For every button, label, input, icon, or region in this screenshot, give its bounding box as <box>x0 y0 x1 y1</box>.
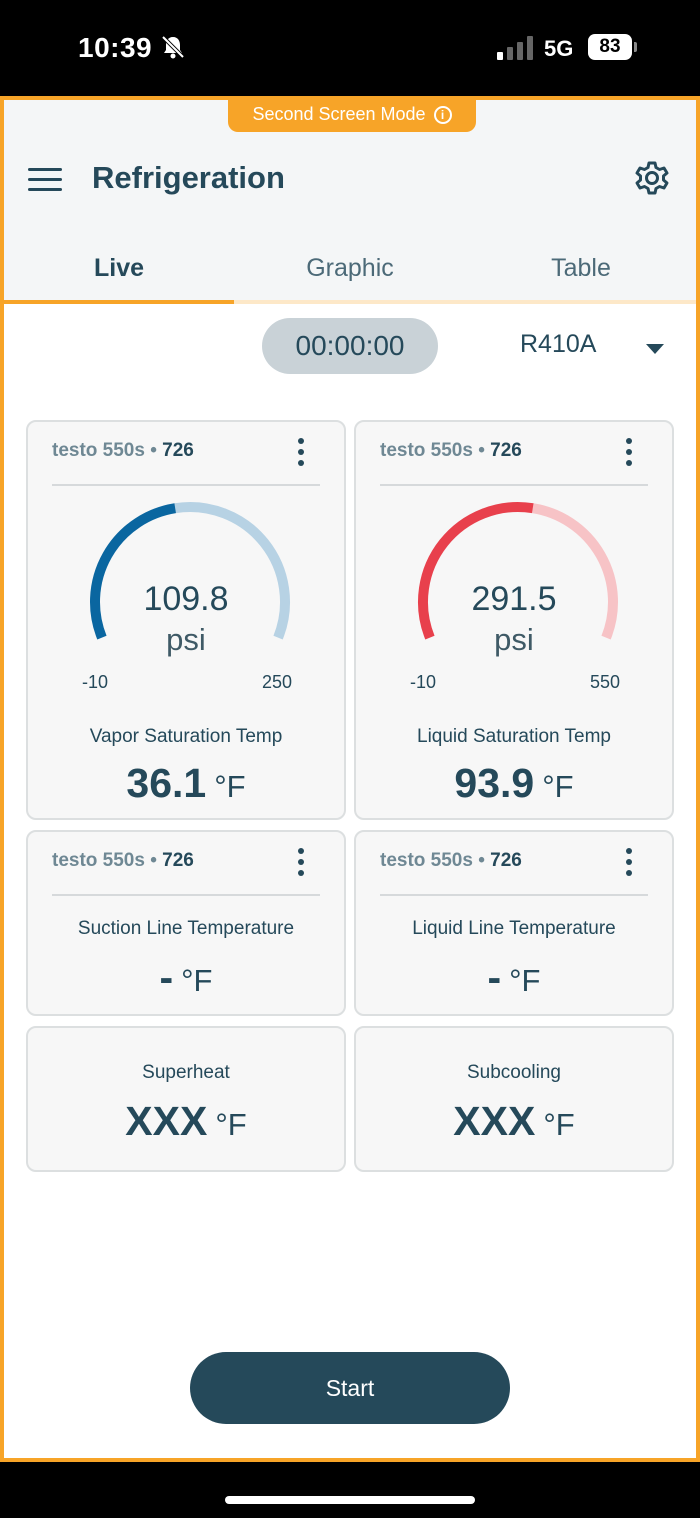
measurement-label: Suction Line Temperature <box>77 918 295 939</box>
measurement-value: - °F <box>159 954 213 1000</box>
gauge-value: 109.8 <box>143 580 229 618</box>
subcooling-card: Subcooling XXX °F <box>354 1026 674 1172</box>
network-type: 5G <box>544 36 574 61</box>
superheat-card: Superheat XXX °F <box>26 1026 346 1172</box>
card-device: testo 550s • 726 <box>380 850 522 871</box>
more-options-icon[interactable] <box>298 438 306 466</box>
measurement-label: Liquid Saturation Temp <box>417 726 611 747</box>
gauge-min: -10 <box>410 672 437 692</box>
tab-active-indicator <box>4 300 234 304</box>
measurement-label: Superheat <box>142 1062 230 1083</box>
liquid-line-card: testo 550s • 726 Liquid Line Temperature… <box>354 830 674 1016</box>
gauge-value: 291.5 <box>471 580 557 618</box>
measurement-value: XXX °F <box>125 1098 247 1144</box>
tab-bar: Live Graphic Table <box>4 240 696 304</box>
home-bar <box>0 1462 700 1518</box>
gauge-unit: psi <box>494 622 534 657</box>
timer-display: 00:00:00 <box>262 318 438 374</box>
gauge-max: 250 <box>262 672 293 692</box>
home-indicator[interactable] <box>225 1496 475 1504</box>
measurement-value: - °F <box>487 954 541 1000</box>
refrigerant-select[interactable]: R410A <box>520 330 596 359</box>
chevron-down-icon[interactable] <box>646 344 664 354</box>
tab-table[interactable]: Table <box>466 240 696 304</box>
silent-bell-icon <box>161 35 185 59</box>
signal-icon <box>497 36 533 60</box>
measurement-label: Subcooling <box>466 1062 562 1083</box>
gauge-card-liquid: testo 550s • 726 291.5 psi -10 550 Liqui… <box>354 420 674 820</box>
info-icon[interactable]: i <box>433 106 452 125</box>
more-options-icon[interactable] <box>626 848 634 876</box>
gauge-max: 550 <box>590 672 621 692</box>
measurement-label: Liquid Line Temperature <box>412 918 616 939</box>
measurement-value: 36.1 °F <box>126 760 246 806</box>
status-bar: 10:39 5G 83 <box>0 0 700 96</box>
measurement-value: 93.9 °F <box>454 760 574 806</box>
tab-live[interactable]: Live <box>4 240 234 304</box>
tab-graphic[interactable]: Graphic <box>235 240 465 304</box>
app-frame: Refrigeration Second Screen Mode i Live G… <box>0 96 700 1462</box>
gauge-card-vapor: testo 550s • 726 109.8 psi -10 250 Vapor… <box>26 420 346 820</box>
menu-icon[interactable] <box>28 168 62 196</box>
card-device: testo 550s • 726 <box>52 850 194 871</box>
suction-line-card: testo 550s • 726 Suction Line Temperatur… <box>26 830 346 1016</box>
measurement-value: XXX °F <box>453 1098 575 1144</box>
start-button[interactable]: Start <box>190 1352 510 1424</box>
gear-icon[interactable] <box>634 160 670 196</box>
measurement-label: Vapor Saturation Temp <box>89 726 283 747</box>
more-options-icon[interactable] <box>626 438 634 466</box>
battery-level: 83 <box>588 34 632 60</box>
second-screen-banner[interactable]: Second Screen Mode i <box>228 98 476 132</box>
banner-label: Second Screen Mode <box>252 104 426 124</box>
page-title: Refrigeration <box>92 160 285 195</box>
battery-icon: 83 <box>588 34 637 60</box>
card-device: testo 550s • 726 <box>380 440 522 461</box>
more-options-icon[interactable] <box>298 848 306 876</box>
status-time: 10:39 <box>78 32 153 63</box>
gauge-unit: psi <box>166 622 206 657</box>
card-device: testo 550s • 726 <box>52 440 194 461</box>
gauge-min: -10 <box>82 672 109 692</box>
